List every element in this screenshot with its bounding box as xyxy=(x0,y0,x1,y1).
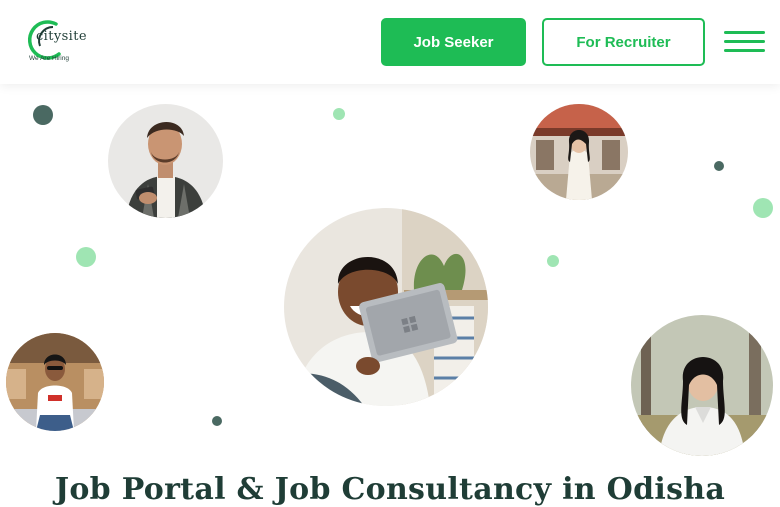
logo-text: citysite xyxy=(36,29,87,44)
decor-dot xyxy=(212,416,222,426)
decor-dot xyxy=(714,161,724,171)
decor-dot xyxy=(76,247,96,267)
decor-dot xyxy=(547,255,559,267)
for-recruiter-button[interactable]: For Recruiter xyxy=(542,18,705,66)
citysite-logo[interactable]: citysite We Are Hiring xyxy=(26,18,96,66)
site-header: citysite We Are Hiring Job Seeker For Re… xyxy=(0,0,780,84)
woman-in-white-dress-photo xyxy=(530,104,628,200)
decor-dot xyxy=(753,198,773,218)
hero-section xyxy=(0,84,780,493)
job-seeker-button[interactable]: Job Seeker xyxy=(381,18,526,66)
decor-dot xyxy=(333,108,345,120)
decor-dot xyxy=(33,105,53,125)
man-sitting-outdoors-photo xyxy=(6,333,104,431)
man-with-phone-photo xyxy=(108,104,223,218)
smiling-man-with-laptop-photo xyxy=(284,208,488,406)
page-headline: Job Portal & Job Consultancy in Odisha xyxy=(54,472,726,507)
hamburger-menu-icon[interactable] xyxy=(724,28,766,56)
woman-in-white-shirt-photo xyxy=(631,315,773,456)
logo-tagline: We Are Hiring xyxy=(29,55,69,62)
